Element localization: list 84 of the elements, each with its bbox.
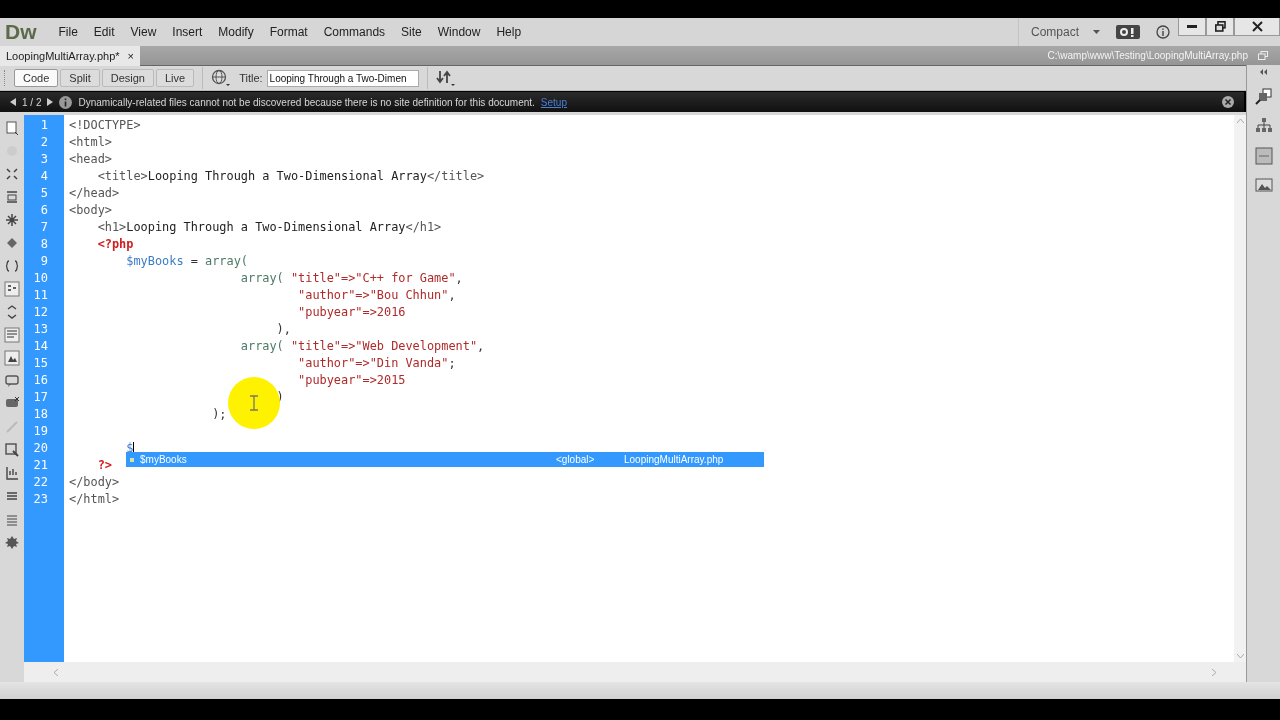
menu-item[interactable]: Site	[393, 25, 430, 39]
code-token: ,	[477, 339, 485, 353]
line-number: 13	[32, 321, 49, 338]
info-message: Dynamically-related files cannot not be discovered because there is no site definition for this document.	[78, 96, 535, 108]
line-number: 21	[32, 457, 49, 474]
line-number: 6	[39, 202, 49, 219]
code-token: "title"=>"C++ for Game"	[290, 271, 456, 285]
line-number: 3	[39, 151, 49, 168]
line-number: 18	[32, 406, 49, 423]
line-number: 10	[32, 270, 49, 287]
code-token: </body>	[69, 475, 120, 489]
code-token: array(	[239, 271, 285, 285]
menu-item[interactable]: Insert	[164, 25, 211, 39]
code-token: $myBooks	[125, 254, 184, 268]
line-number: 16	[32, 372, 49, 389]
app-logo: Dw	[4, 20, 38, 44]
code-token: "pubyear"=>2015	[297, 373, 406, 387]
line-number: 1	[39, 117, 49, 134]
code-token: <head>	[69, 152, 112, 166]
menu-item[interactable]: Commands	[315, 25, 394, 39]
code-token: $	[125, 441, 134, 455]
code-token: </head>	[69, 186, 120, 200]
title-field[interactable]: Looping Through a Two-Dimen	[266, 69, 419, 87]
line-number: 15	[32, 355, 49, 372]
line-number: 23	[32, 491, 49, 508]
view-tab[interactable]: Design	[101, 69, 154, 87]
file-path: C:\wamp\www\Testing\LoopingMultiArray.php	[1047, 50, 1248, 61]
view-tab[interactable]: Live	[155, 69, 195, 87]
setup-link[interactable]: Setup	[540, 96, 567, 108]
code-token: <!DOCTYPE>	[69, 118, 141, 132]
code-token: ),	[275, 322, 291, 336]
view-tab[interactable]: Split	[60, 69, 100, 87]
line-number: 4	[39, 168, 49, 185]
code-token: "author"=>"Din Vanda"	[297, 356, 449, 370]
code-token: array(	[239, 339, 285, 353]
code-token: ;	[448, 356, 456, 370]
code-token: <body>	[69, 203, 112, 217]
view-tab[interactable]: Code	[14, 69, 59, 87]
line-number: 8	[39, 236, 49, 253]
document-tab[interactable]: LoopingMultiArray.php* ×	[0, 45, 140, 66]
line-number: 7	[39, 219, 49, 236]
line-number: 20	[32, 440, 49, 457]
code-token: "pubyear"=>2016	[297, 305, 406, 319]
line-number: 22	[32, 474, 49, 491]
page-counter: 1 / 2	[22, 96, 42, 108]
line-number: 2	[39, 134, 49, 151]
code-token: "author"=>"Bou Chhun"	[297, 288, 449, 302]
code-token: <title>	[96, 169, 148, 183]
menu-item[interactable]: Edit	[85, 25, 123, 39]
line-number: 17	[32, 389, 49, 406]
line-number: 5	[39, 185, 49, 202]
menu-item[interactable]: Modify	[210, 25, 262, 39]
code-token: );	[211, 407, 227, 421]
code-token: =	[189, 254, 199, 268]
code-token: </html>	[69, 492, 120, 506]
line-number: 12	[32, 304, 49, 321]
code-token: <?php	[96, 237, 134, 251]
code-token: <h1>	[96, 220, 127, 234]
menu-item[interactable]: View	[122, 25, 165, 39]
code-token: Looping Through a Two-Dimensional Array	[126, 220, 406, 234]
menu-item[interactable]: File	[50, 25, 86, 39]
code-token: "title"=>"Web Development"	[290, 339, 478, 353]
code-token: <html>	[69, 135, 112, 149]
code-token: )	[275, 390, 284, 404]
code-token: ,	[455, 271, 463, 285]
menu-item[interactable]: Help	[488, 25, 530, 39]
suggestion-file: LoopingMultiArray.php	[624, 454, 725, 465]
code-token: </title>	[426, 169, 485, 183]
menu-item[interactable]: Format	[261, 25, 316, 39]
code-token: ?>	[96, 458, 112, 472]
title-label: Title:	[239, 72, 263, 84]
line-number: 9	[39, 253, 49, 270]
code-token: ,	[448, 288, 456, 302]
code-token: </h1>	[405, 220, 442, 234]
code-token: array(	[205, 254, 248, 268]
code-token: Looping Through a Two-Dimensional Array	[147, 169, 427, 183]
document-tab-label: LoopingMultiArray.php*	[6, 49, 120, 62]
suggestion-scope: <global>	[556, 454, 596, 465]
menu-item[interactable]: Window	[429, 25, 489, 39]
line-number: 14	[32, 338, 49, 355]
line-number: 19	[32, 423, 49, 440]
suggestion-name: $myBooks	[140, 454, 187, 465]
close-tab-button[interactable]: ×	[127, 49, 134, 62]
line-number: 11	[32, 287, 49, 304]
